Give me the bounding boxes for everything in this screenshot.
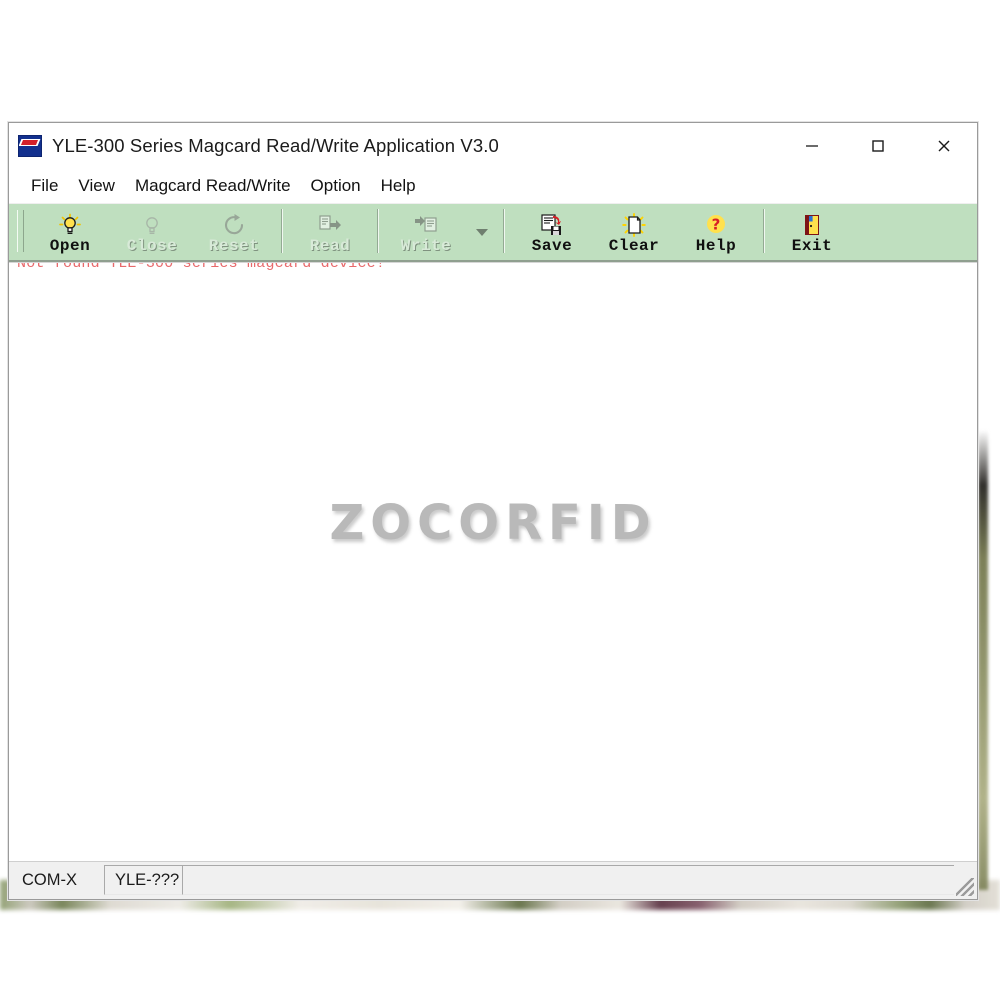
log-output-area[interactable]: Not found YLE-300 series magcard device!… (9, 262, 977, 861)
toolbar-button-open[interactable]: Open (29, 204, 111, 260)
minimize-icon[interactable] (779, 123, 845, 169)
toolbar-drag-handle[interactable] (17, 210, 24, 252)
application-window: YLE-300 Series Magcard Read/Write Applic… (8, 122, 978, 900)
menu-item-help[interactable]: Help (371, 174, 426, 198)
toolbar-button-exit[interactable]: Exit (771, 204, 853, 260)
refresh-circle-icon (221, 213, 247, 237)
lightbulb-icon (57, 213, 83, 237)
menu-item-option[interactable]: Option (301, 174, 371, 198)
toolbar-button-save[interactable]: Save (511, 204, 593, 260)
toolbar-button-clear[interactable]: Clear (593, 204, 675, 260)
toolbar-separator (377, 209, 379, 253)
save-disk-icon (539, 213, 565, 237)
toolbar-separator (503, 209, 505, 253)
chevron-down-icon[interactable] (467, 204, 497, 260)
write-card-icon (413, 213, 439, 237)
toolbar-label-reset: Reset (208, 236, 260, 255)
toolbar-separator (763, 209, 765, 253)
toolbar-button-read[interactable]: Read (289, 204, 371, 260)
status-bar: COM-X YLE-??? (9, 861, 977, 899)
yle-logo-icon (18, 135, 42, 157)
toolbar-label-write: Write (400, 236, 452, 255)
menu-item-magcard-read-write[interactable]: Magcard Read/Write (125, 174, 301, 198)
exit-door-icon (799, 213, 825, 237)
toolbar-separator (281, 209, 283, 253)
lightbulb-off-icon (139, 213, 165, 237)
title-bar: YLE-300 Series Magcard Read/Write Applic… (9, 123, 977, 169)
toolbar-label-close: Close (126, 236, 178, 255)
toolbar-label-help: Help (695, 236, 737, 255)
toolbar-label-clear: Clear (608, 236, 660, 255)
toolbar-label-read: Read (309, 236, 351, 255)
toolbar-button-write[interactable]: Write (385, 204, 467, 260)
maximize-icon[interactable] (845, 123, 911, 169)
close-icon[interactable] (911, 123, 977, 169)
window-controls (779, 123, 977, 169)
menu-item-file[interactable]: File (21, 174, 68, 198)
toolbar: Open Close Reset Read Write Save Clear ?… (9, 203, 977, 262)
log-message: Not found YLE-300 series magcard device! (17, 262, 386, 272)
watermark-text: ZOCORFID (329, 495, 657, 551)
toolbar-button-help[interactable]: ? Help (675, 204, 757, 260)
svg-text:?: ? (712, 215, 721, 233)
read-card-icon (317, 213, 343, 237)
resize-grip-icon[interactable] (956, 878, 974, 896)
toolbar-button-close[interactable]: Close (111, 204, 193, 260)
toolbar-button-reset[interactable]: Reset (193, 204, 275, 260)
status-pane-device-model: YLE-??? (104, 865, 182, 895)
status-pane-com-port: COM-X (22, 870, 77, 889)
question-mark-icon: ? (703, 213, 729, 237)
blank-page-icon (621, 212, 647, 237)
toolbar-label-save: Save (531, 236, 573, 255)
toolbar-label-exit: Exit (791, 236, 833, 255)
toolbar-label-open: Open (49, 236, 91, 255)
background-photo-edge (978, 430, 988, 890)
window-title: YLE-300 Series Magcard Read/Write Applic… (52, 135, 499, 156)
menu-bar: File View Magcard Read/Write Option Help (9, 169, 977, 203)
status-pane-message (182, 865, 954, 895)
menu-item-view[interactable]: View (68, 174, 125, 198)
